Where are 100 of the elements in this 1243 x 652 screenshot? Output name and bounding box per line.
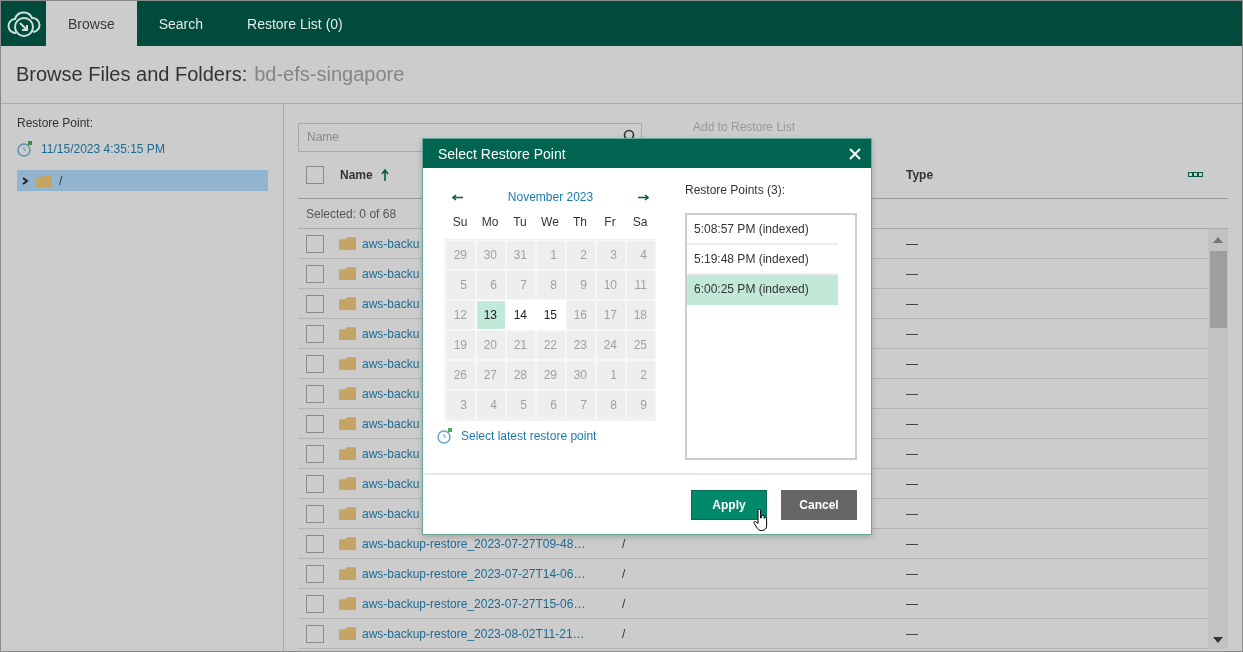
row-checkbox[interactable] (306, 474, 324, 493)
clock-flag-icon[interactable] (437, 428, 453, 444)
table-cell: — (906, 356, 918, 371)
folder-icon (339, 237, 356, 250)
calendar-day: 6 (476, 270, 506, 300)
calendar-day: 21 (506, 330, 536, 360)
row-checkbox[interactable] (306, 294, 324, 313)
folder-link[interactable]: aws-backup-restore_2023-08-02T11-21… (362, 626, 585, 641)
restore-point-item[interactable]: 5:08:57 PM (indexed) (687, 215, 838, 245)
row-checkbox[interactable] (306, 504, 324, 523)
calendar-day: 29 (446, 240, 476, 270)
folder-link[interactable]: aws-backu (362, 236, 420, 251)
row-checkbox[interactable] (306, 444, 324, 463)
calendar-day: 7 (506, 270, 536, 300)
calendar-day: 9 (626, 390, 656, 420)
folder-link[interactable]: aws-backup-restore_2023-07-27T15-06… (362, 596, 586, 611)
folder-icon (339, 417, 356, 430)
hand-cursor-icon (753, 509, 769, 531)
folder-link[interactable]: aws-backu (362, 296, 420, 311)
column-header[interactable]: Type (906, 168, 934, 182)
scroll-up-icon[interactable] (1213, 237, 1223, 243)
calendar-day[interactable]: 13 (476, 300, 506, 330)
table-cell: — (906, 386, 918, 401)
row-checkbox[interactable] (306, 354, 324, 373)
table-cell: — (906, 446, 918, 461)
columns-icon[interactable] (1188, 172, 1204, 178)
weekday-label: Tu (512, 215, 528, 229)
scroll-thumb[interactable] (1209, 251, 1227, 328)
arrow-right-icon[interactable] (638, 193, 649, 201)
calendar-day[interactable]: 14 (506, 300, 536, 330)
cancel-button[interactable]: Cancel (781, 489, 857, 520)
row-checkbox[interactable] (306, 534, 324, 553)
page-title: Browse Files and Folders: (16, 63, 248, 86)
nav-tab[interactable]: Browse (46, 1, 137, 46)
row-checkbox[interactable] (306, 384, 324, 403)
apply-button[interactable]: Apply (691, 489, 767, 520)
tree-item[interactable]: / (17, 170, 268, 191)
table-cell: — (906, 596, 918, 611)
nav-tab[interactable]: Restore List (0) (225, 1, 365, 46)
table-cell: — (906, 296, 918, 311)
folder-link[interactable]: aws-backu (362, 476, 420, 491)
restore-point-link[interactable]: 11/15/2023 4:35:15 PM (41, 142, 165, 156)
folder-link[interactable]: aws-backu (362, 416, 420, 431)
row-checkbox[interactable] (306, 624, 324, 643)
calendar-day: 10 (596, 270, 626, 300)
folder-link[interactable]: aws-backu (362, 386, 420, 401)
chevron-icon[interactable] (21, 176, 29, 185)
folder-link[interactable]: aws-backup-restore_2023-07-27T14-06… (362, 566, 586, 581)
calendar-day: 6 (536, 390, 566, 420)
folder-link[interactable]: aws-backup-restore_2023-07-27T09-48… (362, 536, 586, 551)
restore-points-label: Restore Points (3): (685, 183, 787, 197)
month-label[interactable]: November 2023 (507, 190, 594, 204)
row-checkbox[interactable] (306, 414, 324, 433)
folder-link[interactable]: aws-backu (362, 446, 420, 461)
folder-icon (339, 597, 356, 610)
scroll-down-icon[interactable] (1213, 637, 1223, 643)
select-all-checkbox[interactable] (306, 166, 324, 184)
calendar-day: 4 (626, 240, 656, 270)
folder-icon (339, 387, 356, 400)
calendar-day: 11 (626, 270, 656, 300)
weekday-label: Mo (480, 215, 500, 229)
folder-link[interactable]: aws-backu (362, 506, 420, 521)
folder-icon (339, 477, 356, 490)
weekday-label: Su (451, 215, 469, 229)
table-cell: — (906, 476, 918, 491)
close-icon[interactable] (849, 147, 861, 160)
clock-flag-icon (17, 141, 33, 157)
nav-tab[interactable]: Search (136, 1, 226, 46)
table-cell: — (906, 266, 918, 281)
folder-link[interactable]: aws-backu (362, 326, 420, 341)
calendar-day: 8 (536, 270, 566, 300)
folder-icon (339, 567, 356, 580)
folder-link[interactable]: aws-backu (362, 356, 420, 371)
calendar-day: 2 (566, 240, 596, 270)
calendar-day: 31 (506, 240, 536, 270)
table-cell: — (906, 416, 918, 431)
calendar-day: 19 (446, 330, 476, 360)
arrow-left-icon[interactable] (452, 193, 463, 201)
table-cell: / (622, 626, 626, 641)
table-cell: — (906, 626, 918, 641)
calendar-day: 30 (476, 240, 506, 270)
folder-icon (339, 447, 356, 460)
latest-restore-point-link[interactable]: Select latest restore point (461, 429, 597, 443)
scrollbar[interactable] (1208, 229, 1228, 649)
folder-icon (339, 537, 356, 550)
row-checkbox[interactable] (306, 594, 324, 613)
selection-count: Selected: 0 of 68 (306, 206, 397, 221)
restore-point-item[interactable]: 6:00:25 PM (indexed) (687, 275, 838, 305)
calendar-day: 27 (476, 360, 506, 390)
folder-link[interactable]: aws-backu (362, 266, 420, 281)
row-checkbox[interactable] (306, 324, 324, 343)
column-header[interactable]: Name (340, 168, 373, 182)
row-checkbox[interactable] (306, 234, 324, 253)
calendar-day: 22 (536, 330, 566, 360)
calendar-day[interactable]: 15 (536, 300, 566, 330)
calendar-day: 9 (566, 270, 596, 300)
row-checkbox[interactable] (306, 264, 324, 283)
row-checkbox[interactable] (306, 564, 324, 583)
sort-arrow-icon[interactable] (380, 169, 389, 181)
table-cell: — (906, 506, 918, 521)
